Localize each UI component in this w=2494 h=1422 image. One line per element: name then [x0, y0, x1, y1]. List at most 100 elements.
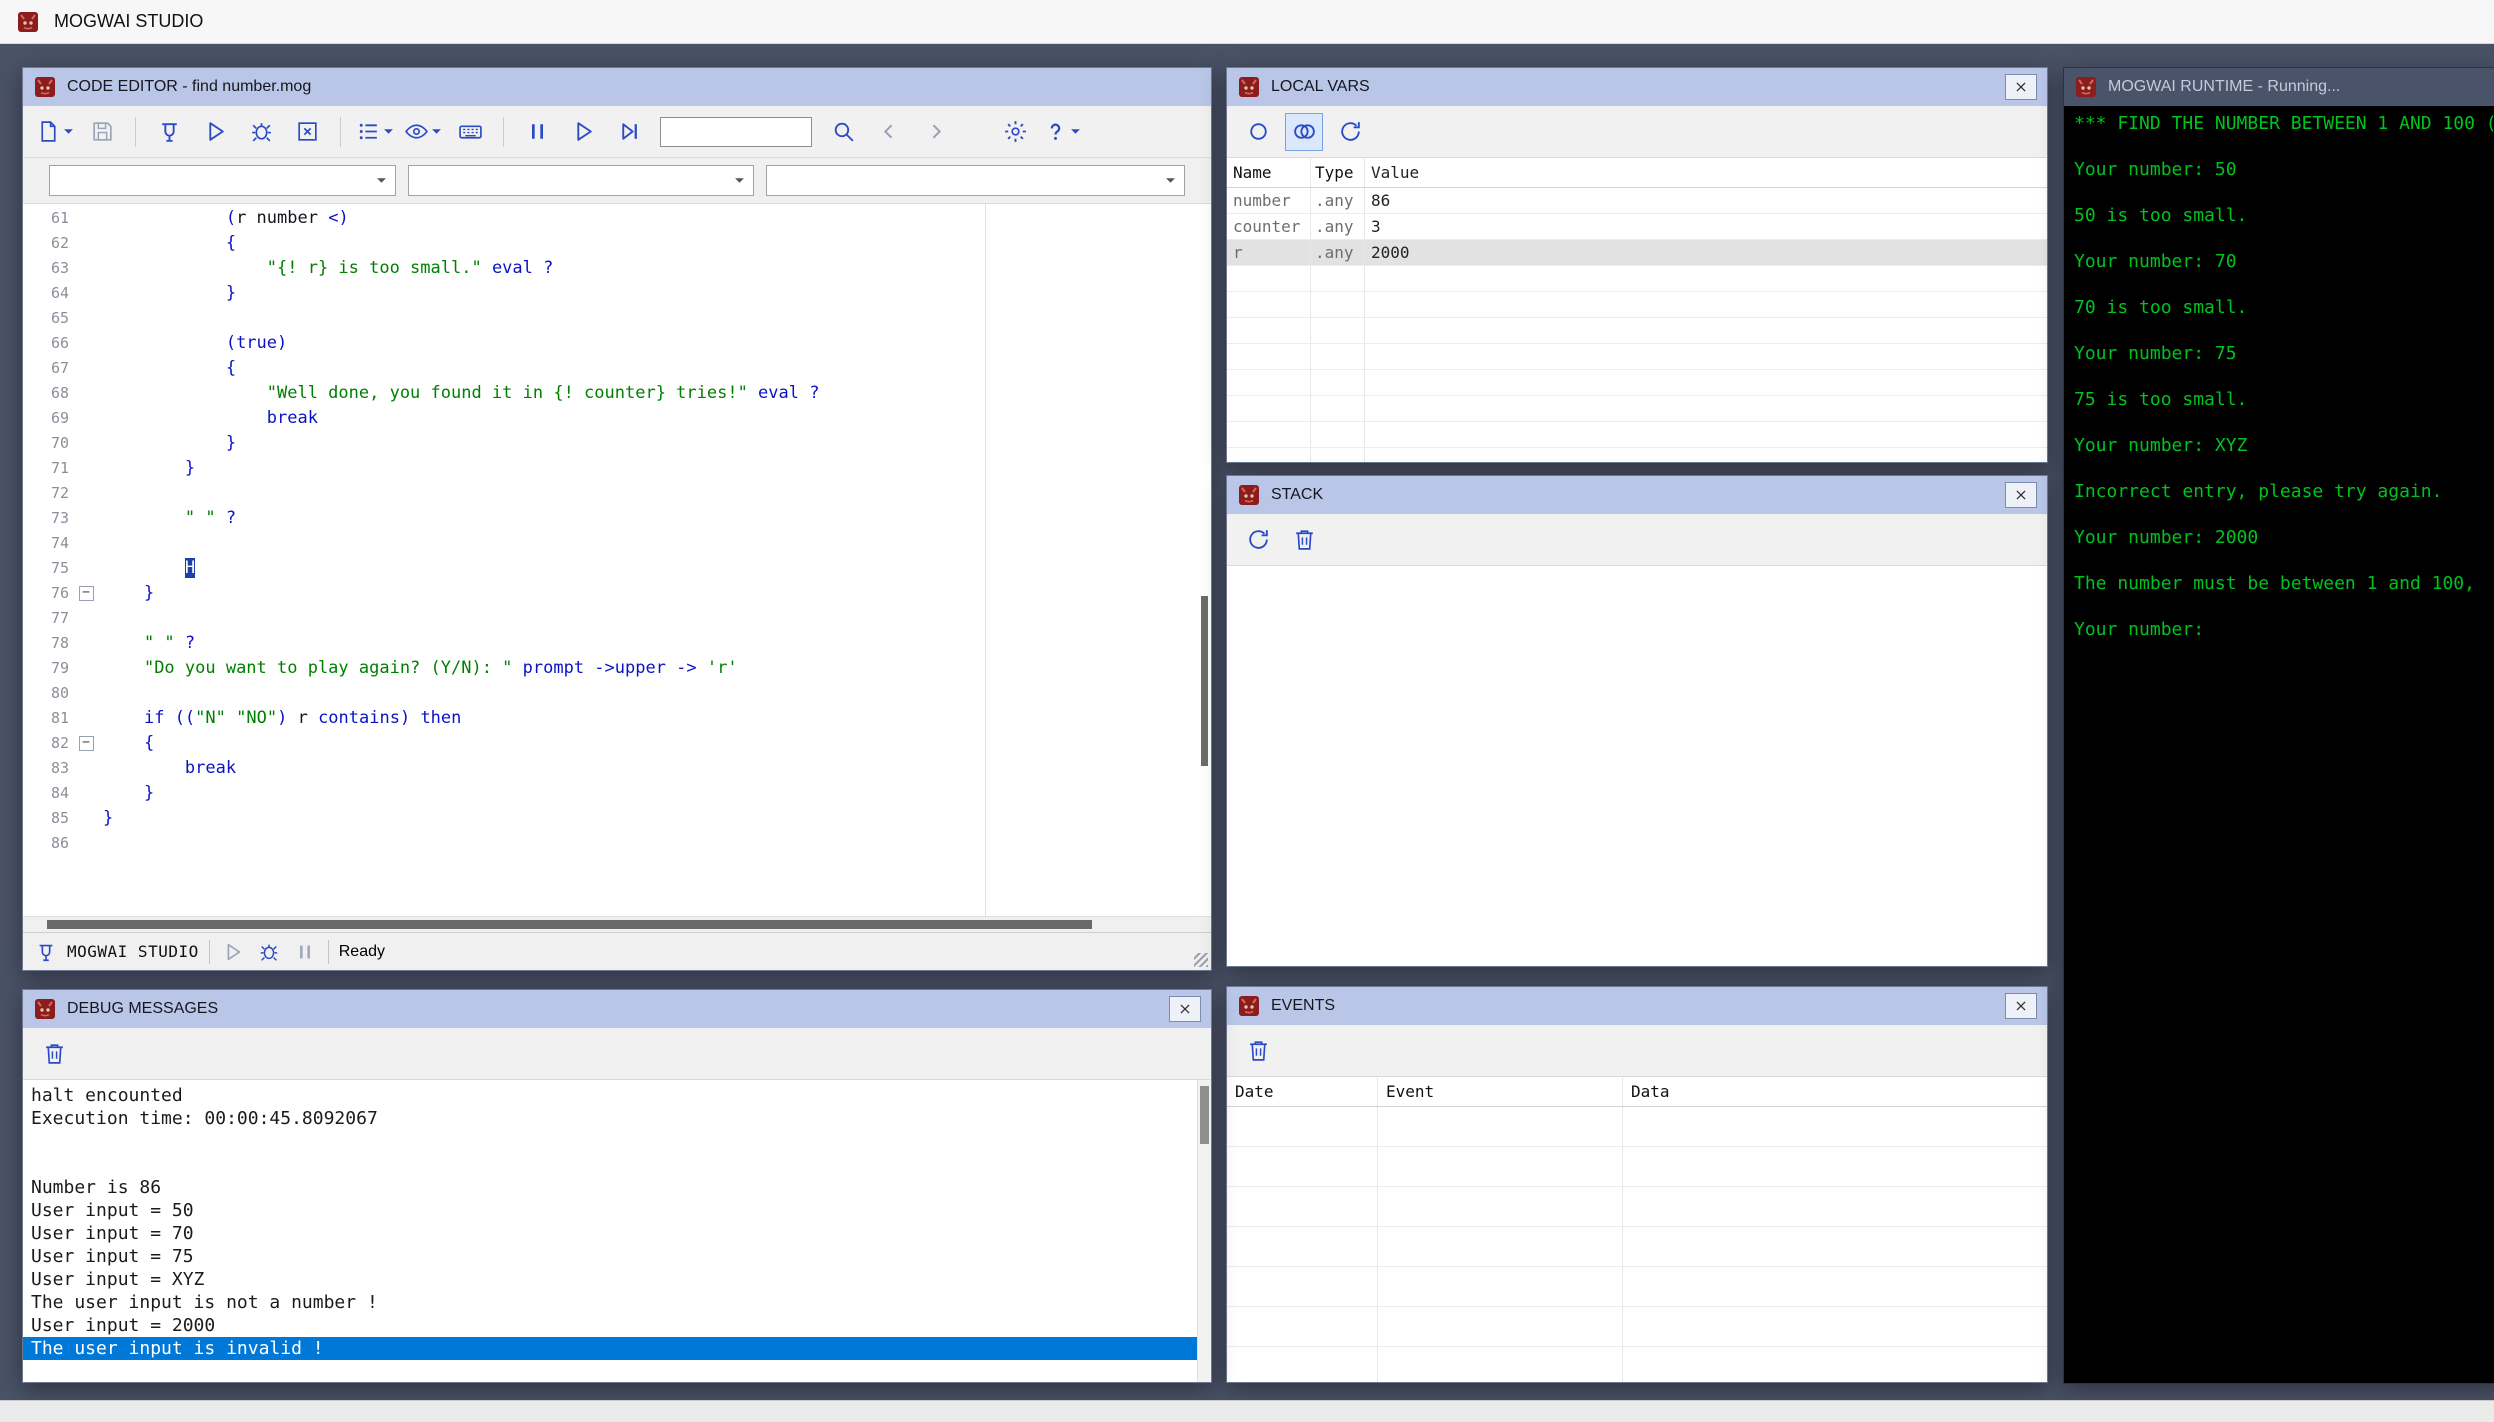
local-vars-titlebar[interactable]: LOCAL VARS: [1227, 68, 2047, 106]
code-area[interactable]: 61 (r number <)62 {63 "{! r} is too smal…: [23, 204, 1211, 916]
code-line[interactable]: 76− }: [23, 581, 1211, 606]
step-button[interactable]: [610, 113, 648, 151]
debug-titlebar[interactable]: DEBUG MESSAGES: [23, 990, 1211, 1028]
code-line[interactable]: 86: [23, 831, 1211, 856]
code-line[interactable]: 72: [23, 481, 1211, 506]
column-header-type[interactable]: Type: [1311, 158, 1365, 187]
pause-button[interactable]: [292, 939, 318, 965]
code-line[interactable]: 66 (true): [23, 331, 1211, 356]
trash-button[interactable]: [1285, 521, 1323, 559]
table-row[interactable]: [1227, 318, 2047, 344]
code-line[interactable]: 81 if (("N" "NO") r contains) then: [23, 706, 1211, 731]
debug-message-line[interactable]: User input = 75: [31, 1245, 1211, 1268]
table-row[interactable]: [1227, 396, 2047, 422]
chevron-left-button[interactable]: [870, 113, 908, 151]
circles-button[interactable]: [1285, 113, 1323, 151]
table-row[interactable]: r.any2000: [1227, 240, 2047, 266]
table-row[interactable]: [1227, 266, 2047, 292]
code-line[interactable]: 62 {: [23, 231, 1211, 256]
close-button[interactable]: [1169, 996, 1201, 1022]
new-file-button[interactable]: [35, 113, 75, 151]
debug-message-line[interactable]: Number is 86: [31, 1176, 1211, 1199]
code-line[interactable]: 63 "{! r} is too small." eval ?: [23, 256, 1211, 281]
table-row[interactable]: [1227, 1307, 2047, 1347]
code-line[interactable]: 83 break: [23, 756, 1211, 781]
debug-scrollbar-thumb[interactable]: [1200, 1086, 1209, 1144]
combo-scope-3[interactable]: [766, 165, 1185, 196]
code-line[interactable]: 80: [23, 681, 1211, 706]
code-line[interactable]: 75 H: [23, 556, 1211, 581]
debug-scrollbar[interactable]: [1197, 1080, 1211, 1382]
debug-bug-button[interactable]: [256, 939, 282, 965]
code-horizontal-scrollbar-thumb[interactable]: [47, 920, 1092, 929]
code-line[interactable]: 84 }: [23, 781, 1211, 806]
debug-body[interactable]: halt encountedExecution time: 00:00:45.8…: [23, 1080, 1211, 1382]
debug-message-line[interactable]: Execution time: 00:00:45.8092067: [31, 1107, 1211, 1130]
table-row[interactable]: counter.any3: [1227, 214, 2047, 240]
events-titlebar[interactable]: EVENTS: [1227, 987, 2047, 1025]
runtime-titlebar[interactable]: MOGWAI RUNTIME - Running...: [2064, 68, 2494, 106]
fold-toggle-icon[interactable]: −: [79, 586, 94, 601]
column-header-name[interactable]: Name: [1227, 158, 1311, 187]
trash-button[interactable]: [1239, 1032, 1277, 1070]
table-row[interactable]: [1227, 448, 2047, 462]
save-button[interactable]: [83, 113, 121, 151]
keyboard-button[interactable]: [451, 113, 489, 151]
code-line[interactable]: 85}: [23, 806, 1211, 831]
code-line[interactable]: 70 }: [23, 431, 1211, 456]
runtime-terminal[interactable]: *** FIND THE NUMBER BETWEEN 1 AND 100 ( …: [2064, 106, 2494, 1383]
code-line[interactable]: 78 " " ?: [23, 631, 1211, 656]
watch-eye-button[interactable]: [403, 113, 443, 151]
debug-message-line[interactable]: User input = 2000: [31, 1314, 1211, 1337]
stop-button[interactable]: [288, 113, 326, 151]
refresh-button[interactable]: [1331, 113, 1369, 151]
debug-message-line[interactable]: [31, 1153, 1211, 1176]
table-row[interactable]: [1227, 344, 2047, 370]
code-line[interactable]: 69 break: [23, 406, 1211, 431]
table-row[interactable]: [1227, 1147, 2047, 1187]
os-taskbar[interactable]: [0, 1400, 2494, 1422]
code-line[interactable]: 79 "Do you want to play again? (Y/N): " …: [23, 656, 1211, 681]
code-vertical-scrollbar-thumb[interactable]: [1201, 596, 1208, 767]
close-button[interactable]: [2005, 74, 2037, 100]
stack-titlebar[interactable]: STACK: [1227, 476, 2047, 514]
run-button[interactable]: [196, 113, 234, 151]
column-header-data[interactable]: Data: [1623, 1077, 2047, 1106]
search-input[interactable]: [660, 117, 812, 147]
code-line[interactable]: 77: [23, 606, 1211, 631]
code-line[interactable]: 68 "Well done, you found it in {! counte…: [23, 381, 1211, 406]
trash-button[interactable]: [35, 1035, 73, 1073]
table-row[interactable]: [1227, 1347, 2047, 1382]
circle-button[interactable]: [1239, 113, 1277, 151]
debug-bug-button[interactable]: [242, 113, 280, 151]
pause-button[interactable]: [518, 113, 556, 151]
refresh-button[interactable]: [1239, 521, 1277, 559]
code-line[interactable]: 82− {: [23, 731, 1211, 756]
resize-grip[interactable]: [1194, 953, 1208, 967]
combo-scope-1[interactable]: [49, 165, 396, 196]
close-button[interactable]: [2005, 993, 2037, 1019]
debug-message-line-selected[interactable]: The user input is invalid !: [23, 1337, 1197, 1360]
debug-message-line[interactable]: [31, 1130, 1211, 1153]
code-line[interactable]: 73 " " ?: [23, 506, 1211, 531]
table-row[interactable]: [1227, 1227, 2047, 1267]
settings-gear-button[interactable]: [996, 113, 1034, 151]
table-row[interactable]: [1227, 422, 2047, 448]
code-editor-titlebar[interactable]: CODE EDITOR - find number.mog: [23, 68, 1211, 106]
search-button[interactable]: [824, 113, 862, 151]
table-row[interactable]: [1227, 1187, 2047, 1227]
help-button[interactable]: [1042, 113, 1082, 151]
run-button[interactable]: [564, 113, 602, 151]
code-line[interactable]: 67 {: [23, 356, 1211, 381]
run-button[interactable]: [220, 939, 246, 965]
debug-message-line[interactable]: The user input is not a number !: [31, 1291, 1211, 1314]
table-row[interactable]: [1227, 292, 2047, 318]
code-line[interactable]: 61 (r number <): [23, 206, 1211, 231]
fold-toggle-icon[interactable]: −: [79, 736, 94, 751]
table-row[interactable]: [1227, 1107, 2047, 1147]
debug-message-line[interactable]: halt encounted: [31, 1084, 1211, 1107]
combo-scope-2[interactable]: [408, 165, 755, 196]
clamp-button[interactable]: [150, 113, 188, 151]
close-button[interactable]: [2005, 482, 2037, 508]
table-row[interactable]: [1227, 370, 2047, 396]
